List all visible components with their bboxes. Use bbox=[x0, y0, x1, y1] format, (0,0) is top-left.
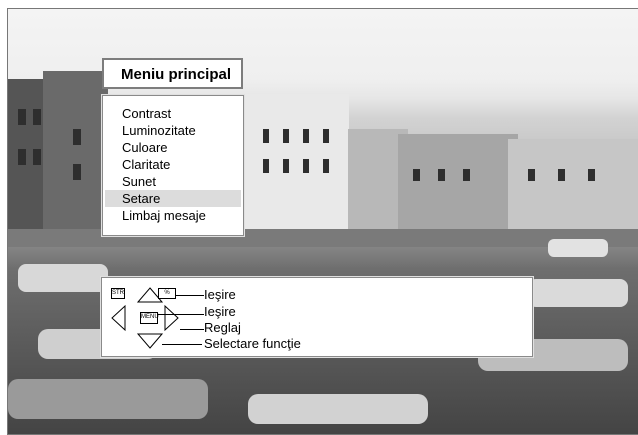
menu-item-luminozitate[interactable]: Luminozitate bbox=[105, 122, 241, 139]
building-red bbox=[43, 71, 108, 231]
window bbox=[283, 129, 289, 143]
window bbox=[323, 159, 329, 173]
menu-item-culoare[interactable]: Culoare bbox=[105, 139, 241, 156]
leader-line bbox=[162, 344, 202, 345]
help-line-exit-1: Ieşire bbox=[204, 287, 236, 302]
window bbox=[18, 109, 26, 125]
window bbox=[558, 169, 565, 181]
key-menu: MENU bbox=[140, 312, 159, 324]
menu-item-claritate[interactable]: Claritate bbox=[105, 156, 241, 173]
help-line-select-function: Selectare funcţie bbox=[204, 336, 301, 351]
arrow-left-icon bbox=[111, 304, 126, 332]
key-str: STR bbox=[111, 288, 125, 299]
building-white bbox=[238, 94, 349, 234]
menu-title: Meniu principal bbox=[121, 66, 232, 83]
leader-line bbox=[180, 329, 204, 330]
window bbox=[413, 169, 420, 181]
menu-item-limbaj-mesaje[interactable]: Limbaj mesaje bbox=[105, 207, 241, 224]
window bbox=[528, 169, 535, 181]
leader-line bbox=[176, 295, 204, 296]
building-gables bbox=[398, 134, 518, 234]
window bbox=[463, 169, 470, 181]
window bbox=[303, 129, 309, 143]
boat bbox=[528, 279, 628, 307]
boat bbox=[548, 239, 608, 257]
main-menu: Contrast Luminozitate Culoare Claritate … bbox=[102, 95, 244, 236]
boat bbox=[248, 394, 428, 424]
window bbox=[33, 109, 41, 125]
window bbox=[588, 169, 595, 181]
building-right bbox=[508, 139, 638, 234]
window bbox=[73, 164, 81, 180]
help-panel: STR % MENU Ieşire Ieşire Reglaj Selectar… bbox=[101, 277, 533, 357]
screen: Meniu principal Contrast Luminozitate Cu… bbox=[0, 0, 638, 435]
help-line-adjust: Reglaj bbox=[204, 320, 241, 335]
window bbox=[263, 129, 269, 143]
leader-line bbox=[158, 314, 204, 315]
window bbox=[73, 129, 81, 145]
window bbox=[263, 159, 269, 173]
window bbox=[33, 149, 41, 165]
menu-item-setare[interactable]: Setare bbox=[105, 190, 241, 207]
menu-item-contrast[interactable]: Contrast bbox=[105, 105, 241, 122]
help-line-exit-2: Ieşire bbox=[204, 304, 236, 319]
window bbox=[18, 149, 26, 165]
boat bbox=[8, 379, 208, 419]
menu-title-box: Meniu principal bbox=[102, 58, 243, 89]
window bbox=[303, 159, 309, 173]
window bbox=[283, 159, 289, 173]
window bbox=[323, 129, 329, 143]
arrow-down-icon bbox=[136, 333, 164, 349]
menu-item-sunet[interactable]: Sunet bbox=[105, 173, 241, 190]
arrow-right-icon bbox=[164, 304, 179, 332]
key-percent: % bbox=[158, 288, 176, 299]
window bbox=[438, 169, 445, 181]
boat bbox=[18, 264, 108, 292]
